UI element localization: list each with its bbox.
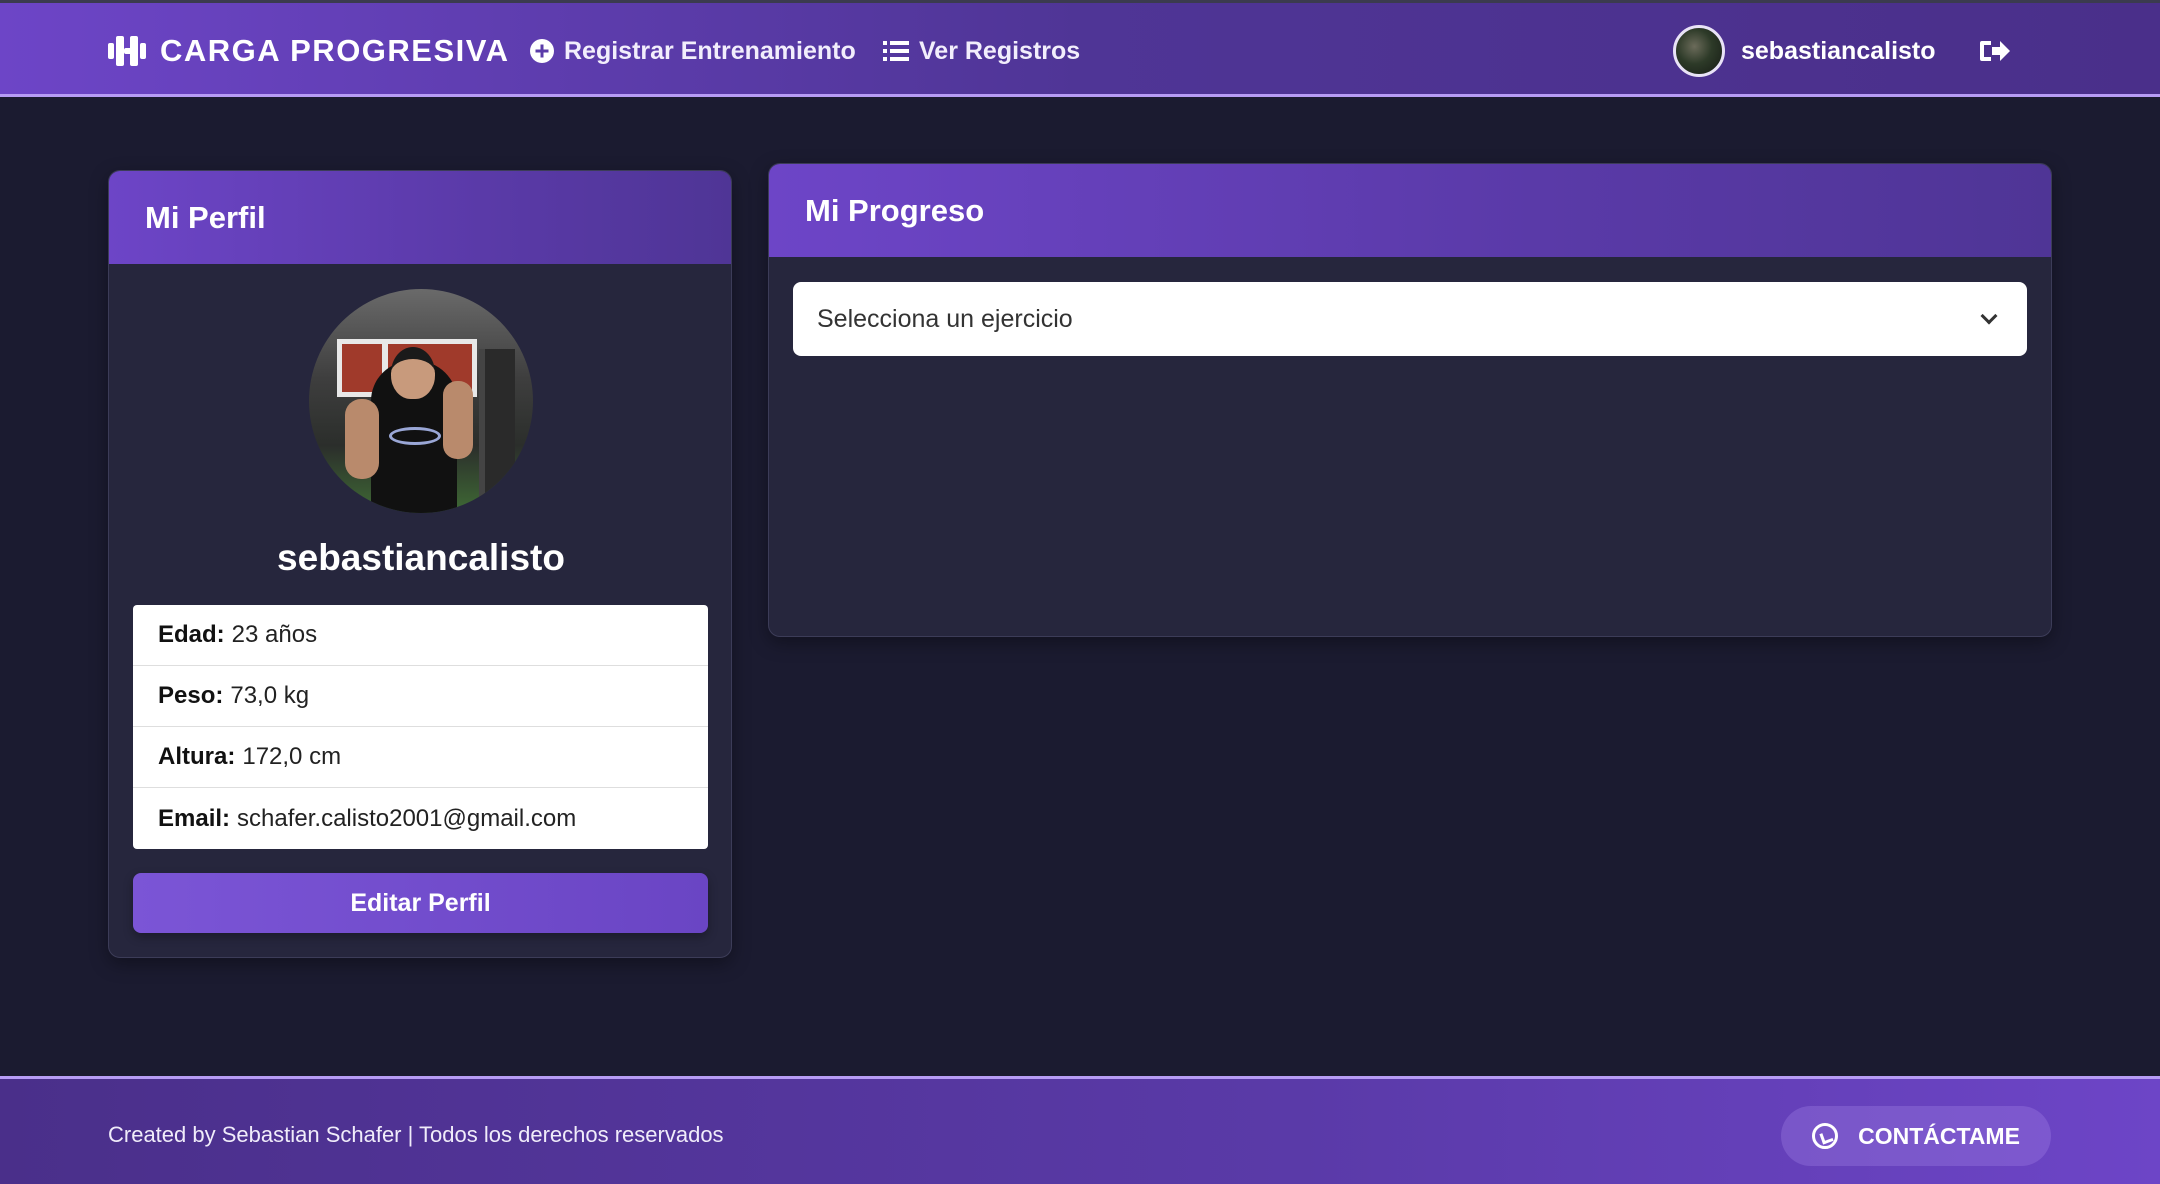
user-menu[interactable]: sebastiancalisto (1673, 25, 1936, 77)
field-value: schafer.calisto2001@gmail.com (237, 804, 577, 832)
navbar: CARGA PROGRESIVA Registrar Entrenamiento… (0, 0, 2160, 97)
field-value: 73,0 kg (230, 682, 310, 709)
profile-card-header: Mi Perfil (109, 171, 731, 264)
progress-title: Mi Progreso (805, 192, 985, 228)
navbar-username: sebastiancalisto (1741, 36, 1936, 65)
contact-button-label: CONTÁCTAME (1858, 1122, 2020, 1149)
brand-title: CARGA PROGRESIVA (160, 33, 510, 68)
contact-button[interactable]: CONTÁCTAME (1781, 1106, 2051, 1166)
progress-card-header: Mi Progreso (769, 164, 2051, 257)
profile-photo (309, 289, 533, 513)
list-item: Edad: 23 años (133, 605, 708, 666)
list-item: Altura: 172,0 cm (133, 727, 708, 788)
logout-button[interactable] (1979, 37, 2011, 65)
list-icon (883, 40, 909, 62)
dumbbell-icon (108, 36, 146, 66)
field-label: Email: (158, 804, 231, 832)
profile-title: Mi Perfil (145, 199, 266, 235)
nav-link-label: Registrar Entrenamiento (564, 36, 856, 65)
plus-circle-icon (530, 39, 554, 63)
field-value: 23 años (231, 621, 318, 648)
nav-link-label: Ver Registros (919, 36, 1081, 65)
edit-profile-button[interactable]: Editar Perfil (133, 873, 708, 933)
list-item: Peso: 73,0 kg (133, 666, 708, 727)
profile-card: Mi Perfil sebastiancalisto Edad: 23 años… (108, 170, 732, 958)
footer-credits: Created by Sebastian Schafer | Todos los… (108, 1122, 724, 1147)
progress-card: Mi Progreso Selecciona un ejercicio (768, 163, 2052, 637)
profile-username: sebastiancalisto (277, 537, 565, 578)
logout-icon (1980, 41, 2010, 61)
brand-link[interactable]: CARGA PROGRESIVA (108, 31, 510, 71)
field-label: Altura: (158, 743, 236, 770)
avatar (1673, 25, 1725, 77)
footer: Created by Sebastian Schafer | Todos los… (0, 1076, 2160, 1184)
exercise-select[interactable]: Selecciona un ejercicio (793, 282, 2027, 356)
nav-registrar-entrenamiento[interactable]: Registrar Entrenamiento (530, 31, 856, 71)
field-label: Edad: (158, 621, 225, 648)
chevron-down-icon (1980, 307, 1998, 325)
profile-info-list: Edad: 23 años Peso: 73,0 kg Altura: 172,… (133, 605, 708, 849)
field-value: 172,0 cm (242, 743, 342, 770)
list-item: Email: schafer.calisto2001@gmail.com (133, 788, 708, 849)
whatsapp-icon (1812, 1123, 1839, 1149)
exercise-select-value: Selecciona un ejercicio (817, 304, 1073, 333)
nav-ver-registros[interactable]: Ver Registros (883, 31, 1080, 71)
field-label: Peso: (158, 682, 224, 709)
